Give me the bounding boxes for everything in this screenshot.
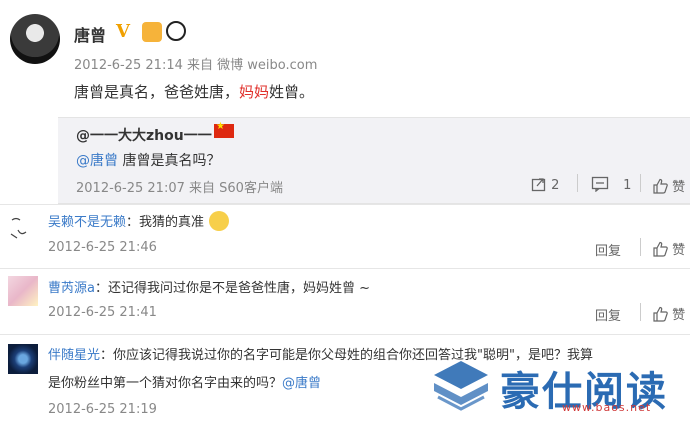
comment-text: 吴赖不是无赖：我猜的真准 xyxy=(48,211,230,231)
action-divider xyxy=(640,238,641,256)
reply-button[interactable]: 回复 xyxy=(595,305,621,324)
repost-action[interactable]: 2 xyxy=(531,176,559,193)
sketch-avatar-icon xyxy=(10,217,27,239)
panda-badge-icon xyxy=(166,21,186,41)
like-label: 赞 xyxy=(672,308,686,323)
repost-icon xyxy=(531,178,546,192)
divider xyxy=(0,334,690,335)
comment-like[interactable]: 赞 xyxy=(652,239,685,258)
comment-body: ：还记得我问过你是不是爸爸性唐，妈妈姓曾 ~ xyxy=(94,281,370,296)
author-name[interactable]: 唐曾 xyxy=(74,22,106,46)
comment-user[interactable]: 吴赖不是无赖 xyxy=(48,215,126,230)
comment-body: ：我猜的真准 xyxy=(126,215,205,230)
action-divider xyxy=(640,303,641,321)
like-action[interactable]: 赞 xyxy=(652,176,685,195)
comment-body-line2: 是你粉丝中第一个猜对你名字由来的吗？ xyxy=(48,376,283,391)
action-divider xyxy=(577,174,578,192)
verified-badge-icon: V xyxy=(116,21,130,42)
comment-like[interactable]: 赞 xyxy=(652,304,685,323)
comment-time[interactable]: 2012-6-25 21:19 xyxy=(48,402,157,417)
like-label: 赞 xyxy=(672,180,686,195)
emoji-icon xyxy=(209,211,230,231)
repost-count: 2 xyxy=(551,178,560,193)
quoted-meta: 2012-6-25 21:07 来自 S60客户端 xyxy=(76,177,283,196)
comment-time[interactable]: 2012-6-25 21:46 xyxy=(48,240,157,255)
quoted-mention[interactable]: @唐曾 xyxy=(76,153,118,169)
author-avatar[interactable] xyxy=(10,14,60,64)
member-badge-icon xyxy=(142,22,162,42)
post-text-part2: 姓曾。 xyxy=(269,83,315,101)
post-text: 唐曾是真名，爸爸姓唐，妈妈姓曾。 xyxy=(74,81,314,102)
post-source-prefix: 来自 xyxy=(187,58,214,73)
comment-mention[interactable]: @唐曾 xyxy=(282,376,321,391)
comment-avatar[interactable] xyxy=(8,212,38,242)
divider xyxy=(0,268,690,269)
quoted-source: 来自 S60客户端 xyxy=(189,181,283,196)
action-divider xyxy=(640,174,641,192)
quoted-text-body: 唐曾是真名吗？ xyxy=(118,153,221,169)
post-text-highlight: 妈妈 xyxy=(239,83,270,101)
china-flag-icon xyxy=(214,121,234,138)
quoted-time[interactable]: 2012-6-25 21:07 xyxy=(76,181,185,196)
post-source[interactable]: 微博 weibo.com xyxy=(217,58,317,73)
comment-time[interactable]: 2012-6-25 21:41 xyxy=(48,305,157,320)
watermark-sub: www.baos.net xyxy=(562,401,652,414)
comment-action[interactable]: 1 xyxy=(591,176,631,193)
comment-text-line2: 是你粉丝中第一个猜对你名字由来的吗？@唐曾 xyxy=(48,372,321,391)
comment-avatar[interactable] xyxy=(8,276,38,306)
quoted-text: @唐曾 唐曾是真名吗？ xyxy=(76,150,220,170)
comment-body: ：你应该记得我说过你的名字可能是你父母姓的组合 xyxy=(100,348,400,363)
comment-text: 曹芮源a：还记得我问过你是不是爸爸性唐，妈妈姓曾 ~ xyxy=(48,277,370,296)
comment-count: 1 xyxy=(623,178,632,193)
comment-user[interactable]: 曹芮源a xyxy=(48,281,95,296)
post-time[interactable]: 2012-6-25 21:14 xyxy=(74,58,183,73)
post-text-part1: 唐曾是真名，爸爸姓唐， xyxy=(74,83,240,101)
divider xyxy=(0,204,690,205)
book-logo-icon xyxy=(434,361,488,411)
comment-user[interactable]: 伴随星光 xyxy=(48,348,100,363)
thumbs-up-icon xyxy=(653,241,668,257)
watermark: 豪仕阅读 www.baos.net xyxy=(430,357,690,427)
reply-button[interactable]: 回复 xyxy=(595,240,621,259)
comment-icon xyxy=(591,176,609,193)
thumbs-up-icon xyxy=(653,306,668,322)
comment-avatar[interactable] xyxy=(8,344,38,374)
post-meta: 2012-6-25 21:14 来自 微博 weibo.com xyxy=(74,54,317,73)
thumbs-up-icon xyxy=(653,178,668,194)
like-label: 赞 xyxy=(672,243,686,258)
quoted-author[interactable]: @一一大大zhou一一 xyxy=(76,125,212,145)
